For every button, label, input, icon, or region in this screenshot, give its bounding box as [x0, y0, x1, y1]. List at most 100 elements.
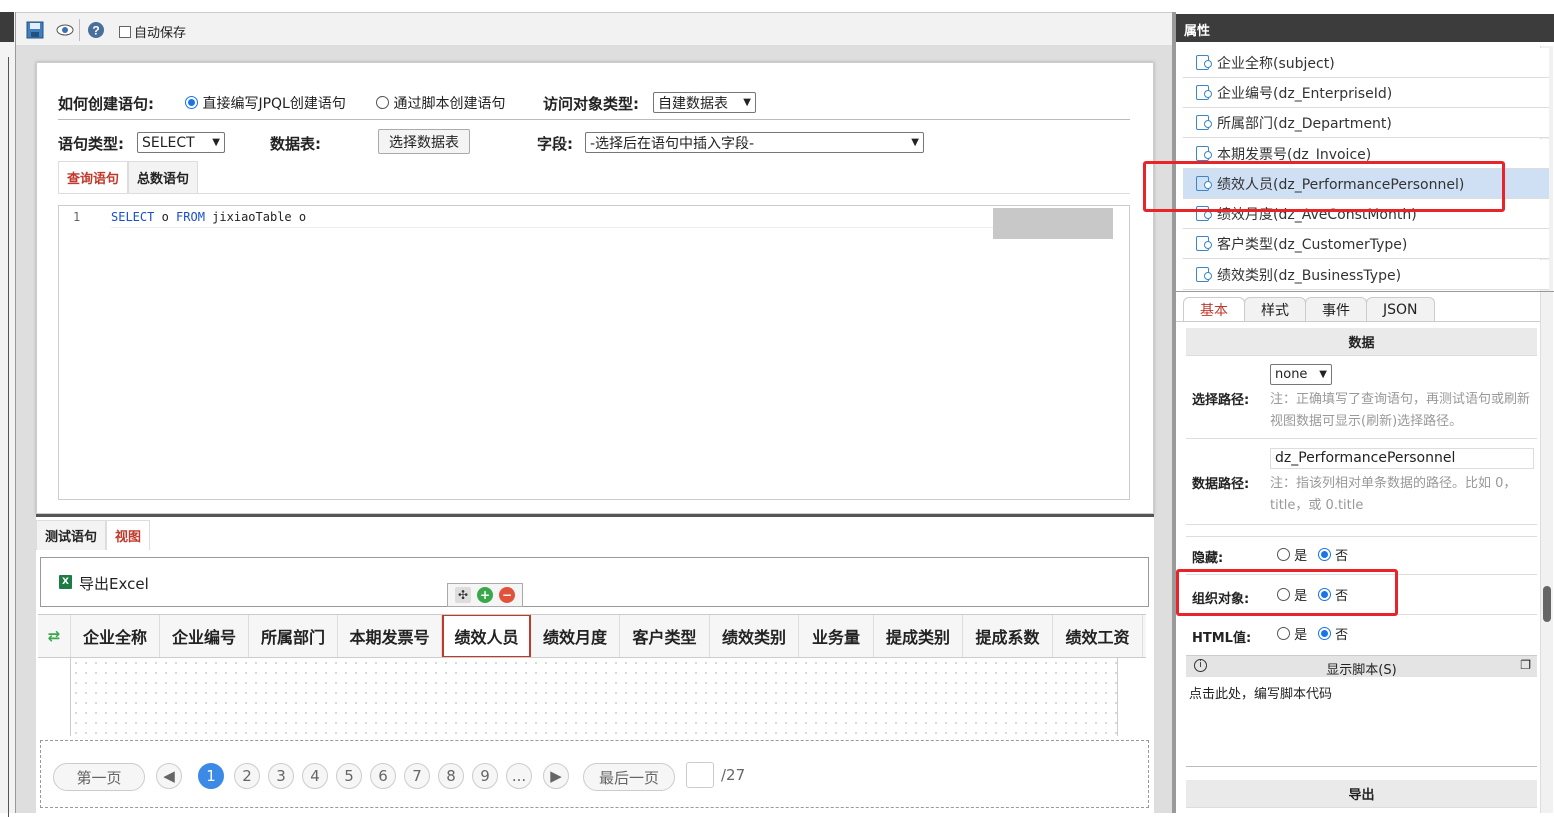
hidden-no[interactable]: 否: [1318, 545, 1348, 564]
select-table-button[interactable]: 选择数据表: [378, 129, 470, 154]
column-header[interactable]: 绩效工资: [1053, 615, 1143, 657]
sql-editor[interactable]: 1 SELECT o FROM jixiaoTable o: [58, 205, 1130, 500]
field-item-label: 企业编号(dz_EnterpriseId): [1217, 85, 1393, 102]
hidden-yes-radio[interactable]: [1277, 548, 1290, 561]
column-header[interactable]: 业务量: [799, 615, 874, 657]
field-item[interactable]: 绩效类别(dz_BusinessType): [1183, 260, 1549, 290]
save-icon[interactable]: [26, 21, 44, 39]
autosave-toggle[interactable]: 自动保存: [119, 22, 186, 41]
option-script[interactable]: 通过脚本创建语句: [376, 93, 505, 113]
page-button[interactable]: 8: [438, 763, 464, 789]
access-type-select[interactable]: 自建数据表 ▼: [653, 92, 756, 113]
prev-page-icon[interactable]: ◀: [156, 763, 182, 789]
hidden-no-radio[interactable]: [1318, 548, 1331, 561]
svg-text:?: ?: [92, 24, 99, 38]
page-total: /27: [721, 766, 746, 784]
html-yes[interactable]: 是: [1277, 624, 1307, 643]
export-excel-button[interactable]: 导出Excel: [79, 573, 149, 594]
field-icon: [1196, 236, 1212, 251]
column-header[interactable]: 本期发票号: [338, 615, 442, 657]
option-direct[interactable]: 直接编写JPQL创建语句: [185, 93, 346, 113]
code-text: jixiaoTable o: [204, 210, 307, 224]
stmt-type-select[interactable]: SELECT ▼: [137, 132, 225, 153]
first-page-button[interactable]: 第一页: [53, 763, 145, 791]
autosave-label: 自动保存: [134, 26, 187, 41]
divider: [1186, 438, 1537, 439]
page-button[interactable]: 1: [198, 763, 224, 789]
props-tabs: 基本 样式 事件 JSON: [1183, 297, 1435, 321]
designer-toolbar: ? 自动保存: [16, 12, 1172, 46]
field-item[interactable]: 客户类型(dz_CustomerType): [1183, 229, 1549, 259]
data-grid-header: ⇄ 企业全称 企业编号 所属部门 本期发票号 绩效人员 绩效月度 客户类型 绩效…: [38, 614, 1146, 658]
tab-style[interactable]: 样式: [1244, 297, 1306, 321]
html-no-radio[interactable]: [1318, 627, 1331, 640]
stmt-type-label: 语句类型:: [58, 135, 124, 153]
next-page-icon[interactable]: ▶: [543, 763, 569, 789]
page-ellipsis[interactable]: ...: [506, 763, 532, 789]
select-path-select[interactable]: none ▼: [1270, 364, 1332, 385]
line-number: 1: [73, 210, 81, 224]
option-script-label: 通过脚本创建语句: [393, 96, 506, 112]
remove-icon[interactable]: −: [499, 587, 515, 603]
column-header[interactable]: 客户类型: [620, 615, 710, 657]
field-item-label: 客户类型(dz_CustomerType): [1217, 236, 1408, 253]
tab-view[interactable]: 视图: [106, 520, 151, 550]
column-header[interactable]: 提成类别: [874, 615, 963, 657]
move-icon[interactable]: ✣: [455, 587, 471, 603]
chevron-down-icon: ▼: [1319, 369, 1327, 380]
refresh-icon[interactable]: ⇄: [38, 615, 71, 657]
tab-count[interactable]: 总数语句: [128, 161, 199, 193]
view-tabs: 测试语句 视图: [36, 520, 151, 550]
option-direct-label: 直接编写JPQL创建语句: [202, 96, 346, 112]
section-data: 数据: [1186, 328, 1537, 356]
autosave-checkbox[interactable]: [119, 25, 131, 38]
restore-icon[interactable]: ❐: [1520, 658, 1531, 672]
option-direct-radio[interactable]: [185, 96, 198, 109]
divider: [1176, 291, 1554, 292]
chevron-down-icon: ▼: [743, 97, 751, 108]
tab-events[interactable]: 事件: [1305, 297, 1367, 321]
preview-icon[interactable]: [56, 21, 74, 39]
page-button[interactable]: 4: [302, 763, 328, 789]
no-label: 否: [1335, 549, 1349, 564]
field-icon: [1196, 267, 1212, 282]
column-header[interactable]: 企业全称: [71, 615, 160, 657]
tab-query[interactable]: 查询语句: [58, 161, 129, 193]
hidden-yes[interactable]: 是: [1277, 545, 1307, 564]
html-no[interactable]: 否: [1318, 624, 1348, 643]
column-header[interactable]: 提成系数: [963, 615, 1053, 657]
script-header[interactable]: i 显示脚本(S) ❐: [1186, 655, 1537, 678]
column-header[interactable]: 企业编号: [160, 615, 249, 657]
help-icon[interactable]: ?: [87, 21, 105, 39]
script-area[interactable]: 点击此处，编写脚本代码: [1186, 677, 1537, 767]
html-yes-radio[interactable]: [1277, 627, 1290, 640]
editor-minimap[interactable]: [993, 208, 1113, 239]
add-icon[interactable]: +: [477, 587, 493, 603]
column-header[interactable]: 绩效月度: [531, 615, 620, 657]
divider: [1186, 536, 1537, 537]
field-select[interactable]: -选择后在语句中插入字段- ▼: [585, 132, 924, 153]
field-item[interactable]: 所属部门(dz_Department): [1183, 108, 1549, 138]
tab-test[interactable]: 测试语句: [36, 520, 107, 550]
field-icon: [1196, 115, 1212, 130]
tab-json[interactable]: JSON: [1366, 297, 1435, 321]
field-item[interactable]: 企业编号(dz_EnterpriseId): [1183, 78, 1549, 108]
page-button[interactable]: 2: [234, 763, 260, 789]
column-header[interactable]: 绩效类别: [710, 615, 799, 657]
page-input[interactable]: [686, 762, 714, 788]
column-header[interactable]: 所属部门: [249, 615, 338, 657]
divider: [1186, 524, 1537, 525]
page-button[interactable]: 7: [404, 763, 430, 789]
tab-basic[interactable]: 基本: [1183, 297, 1245, 321]
data-path-input[interactable]: dz_PerformancePersonnel: [1270, 448, 1534, 469]
how-create-label: 如何创建语句:: [58, 95, 154, 113]
page-button[interactable]: 5: [336, 763, 362, 789]
column-header-selected[interactable]: 绩效人员: [442, 615, 531, 657]
page-button[interactable]: 6: [370, 763, 396, 789]
field-item[interactable]: 企业全称(subject): [1183, 48, 1549, 78]
last-page-button[interactable]: 最后一页: [583, 763, 675, 791]
page-button[interactable]: 3: [268, 763, 294, 789]
page-button[interactable]: 9: [472, 763, 498, 789]
option-script-radio[interactable]: [376, 96, 389, 109]
script-label: 显示脚本(S): [1326, 663, 1397, 678]
